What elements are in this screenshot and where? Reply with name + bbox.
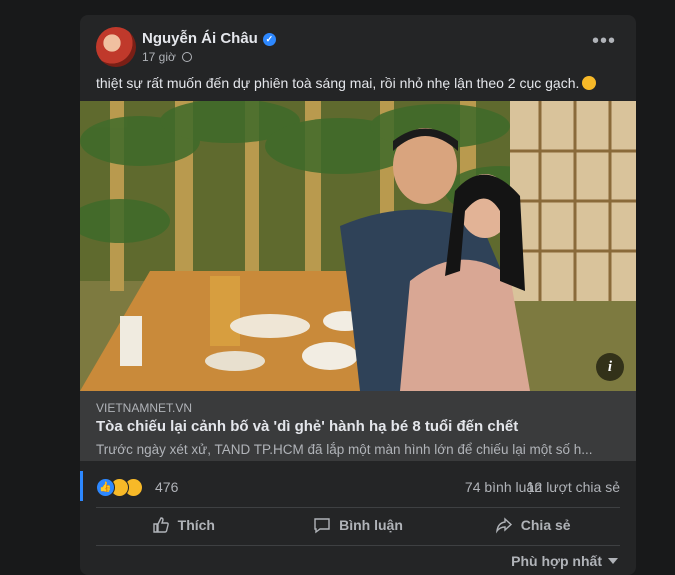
post-time[interactable]: 17 giờ xyxy=(142,50,176,64)
link-title[interactable]: Tòa chiếu lại cảnh bố và 'dì ghẻ' hành h… xyxy=(96,418,518,435)
sad-face-emoji-icon xyxy=(582,76,597,90)
post-header: Nguyễn Ái Châu ✓ 17 giờ ••• xyxy=(96,27,620,71)
info-icon[interactable]: i xyxy=(596,353,624,381)
share-icon xyxy=(495,517,512,534)
post-text-row: thiệt sự rất muốn đến dự phiên toà sáng … xyxy=(96,75,620,91)
photo-illustration xyxy=(80,101,636,391)
action-bar: Thích Bình luận Chia sẻ xyxy=(96,511,620,539)
comment-button[interactable]: Bình luận xyxy=(271,511,446,539)
like-icon xyxy=(152,517,169,533)
share-count[interactable]: 12 lượt chia sẻ xyxy=(527,479,620,495)
post-card: Nguyễn Ái Châu ✓ 17 giờ ••• thiệt sự rất … xyxy=(80,15,636,575)
share-button[interactable]: Chia sẻ xyxy=(445,511,620,539)
verified-icon: ✓ xyxy=(262,33,276,46)
link-description: Trước ngày xét xử, TAND TP.HCM đã lắp mộ… xyxy=(96,442,593,457)
link-preview[interactable]: VIETNAMNET.VN Tòa chiếu lại cảnh bố và '… xyxy=(80,391,636,461)
post-meta: 17 giờ xyxy=(142,50,192,64)
caret-down-icon xyxy=(608,558,618,564)
comment-label: Bình luận xyxy=(339,517,403,533)
author-name[interactable]: Nguyễn Ái Châu xyxy=(142,30,258,47)
link-domain: VIETNAMNET.VN xyxy=(96,401,193,415)
author-name-row: Nguyễn Ái Châu ✓ xyxy=(142,30,276,47)
author-avatar[interactable] xyxy=(96,27,136,67)
post-text: thiệt sự rất muốn đến dự phiên toà sáng … xyxy=(96,75,580,91)
globe-icon xyxy=(181,52,192,62)
divider xyxy=(96,545,620,546)
reaction-focus-bar xyxy=(80,471,83,501)
divider xyxy=(96,507,620,508)
comment-sort-dropdown[interactable]: Phù hợp nhất xyxy=(511,553,618,569)
more-icon[interactable]: ••• xyxy=(592,31,616,57)
comment-icon xyxy=(314,518,330,534)
like-label: Thích xyxy=(177,517,215,533)
like-reaction-icon: 👍 xyxy=(96,478,115,497)
share-label: Chia sẻ xyxy=(520,517,571,533)
reaction-summary: 👍 476 74 bình luận 12 lượt chia sẻ xyxy=(80,471,636,501)
like-button[interactable]: Thích xyxy=(96,511,271,539)
sort-label: Phù hợp nhất xyxy=(511,553,602,569)
link-preview-image[interactable]: i xyxy=(80,101,636,391)
reaction-count[interactable]: 476 xyxy=(155,479,178,495)
